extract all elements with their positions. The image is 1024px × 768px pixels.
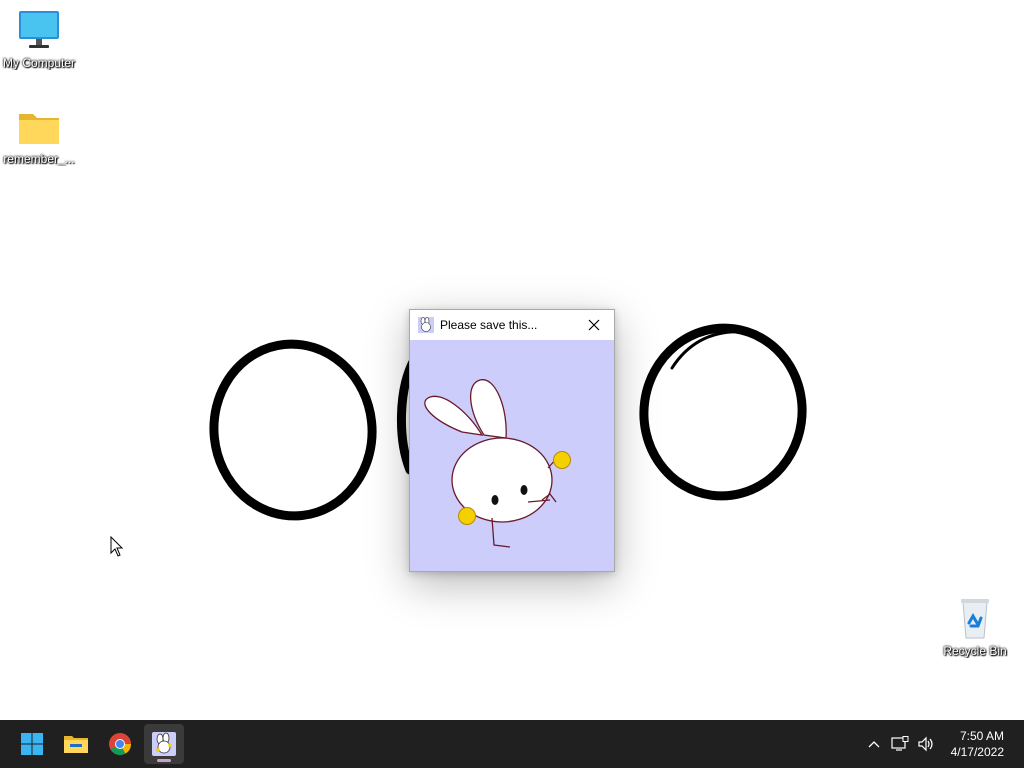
start-button[interactable]	[12, 724, 52, 764]
folder-icon	[19, 114, 59, 144]
active-app-indicator	[157, 759, 171, 762]
network-icon	[891, 736, 909, 751]
desktop-icon-my-computer[interactable]: My Computer	[0, 8, 79, 70]
folder-icon	[64, 736, 88, 753]
bunny-eye-left	[491, 495, 499, 505]
mouse-cursor-icon	[110, 536, 124, 557]
show-hidden-icons-button[interactable]	[861, 724, 887, 764]
taskbar-chrome[interactable]	[100, 724, 140, 764]
bunny-hand-left	[458, 507, 476, 525]
wallpaper-circle-right	[639, 323, 807, 501]
clock-time: 7:50 AM	[959, 729, 1004, 743]
chevron-up-icon	[868, 741, 880, 748]
taskbar: 7:50 AM 4/17/2022	[0, 720, 1024, 768]
wallpaper-circle-left	[209, 339, 377, 521]
taskbar-clock[interactable]: 7:50 AM 4/17/2022	[951, 728, 1014, 760]
desktop-icon-label: My Computer	[2, 56, 76, 70]
bunny-icon	[418, 317, 434, 333]
desktop-icon-label: Recycle Bin	[943, 644, 1007, 658]
volume-icon	[918, 736, 933, 752]
popup-title: Please save this...	[440, 318, 538, 332]
desktop-icon-recycle-bin[interactable]: Recycle Bin	[935, 596, 1015, 658]
bunny-hand-right	[553, 451, 571, 469]
windows-start-icon	[21, 733, 43, 755]
bunny-icon	[152, 732, 176, 756]
desktop-icon-folder[interactable]: remember_...	[0, 108, 79, 166]
close-icon	[588, 319, 600, 331]
popup-titlebar[interactable]: Please save this...	[410, 310, 614, 340]
taskbar-bunny-app[interactable]	[144, 724, 184, 764]
clock-date: 4/17/2022	[950, 745, 1004, 759]
recycle-bin-icon	[961, 599, 989, 639]
desktop-icon-label: remember_...	[3, 152, 75, 166]
chrome-icon	[109, 733, 131, 755]
bunny-eye-right	[520, 485, 528, 495]
network-button[interactable]	[887, 724, 913, 764]
taskbar-file-explorer[interactable]	[56, 724, 96, 764]
volume-button[interactable]	[913, 724, 939, 764]
close-button[interactable]	[580, 313, 608, 337]
popup-image	[410, 340, 614, 571]
popup-window[interactable]: Please save this...	[409, 309, 615, 572]
bunny-illustration	[410, 340, 614, 571]
system-tray: 7:50 AM 4/17/2022	[861, 720, 1024, 768]
monitor-icon	[19, 11, 59, 48]
